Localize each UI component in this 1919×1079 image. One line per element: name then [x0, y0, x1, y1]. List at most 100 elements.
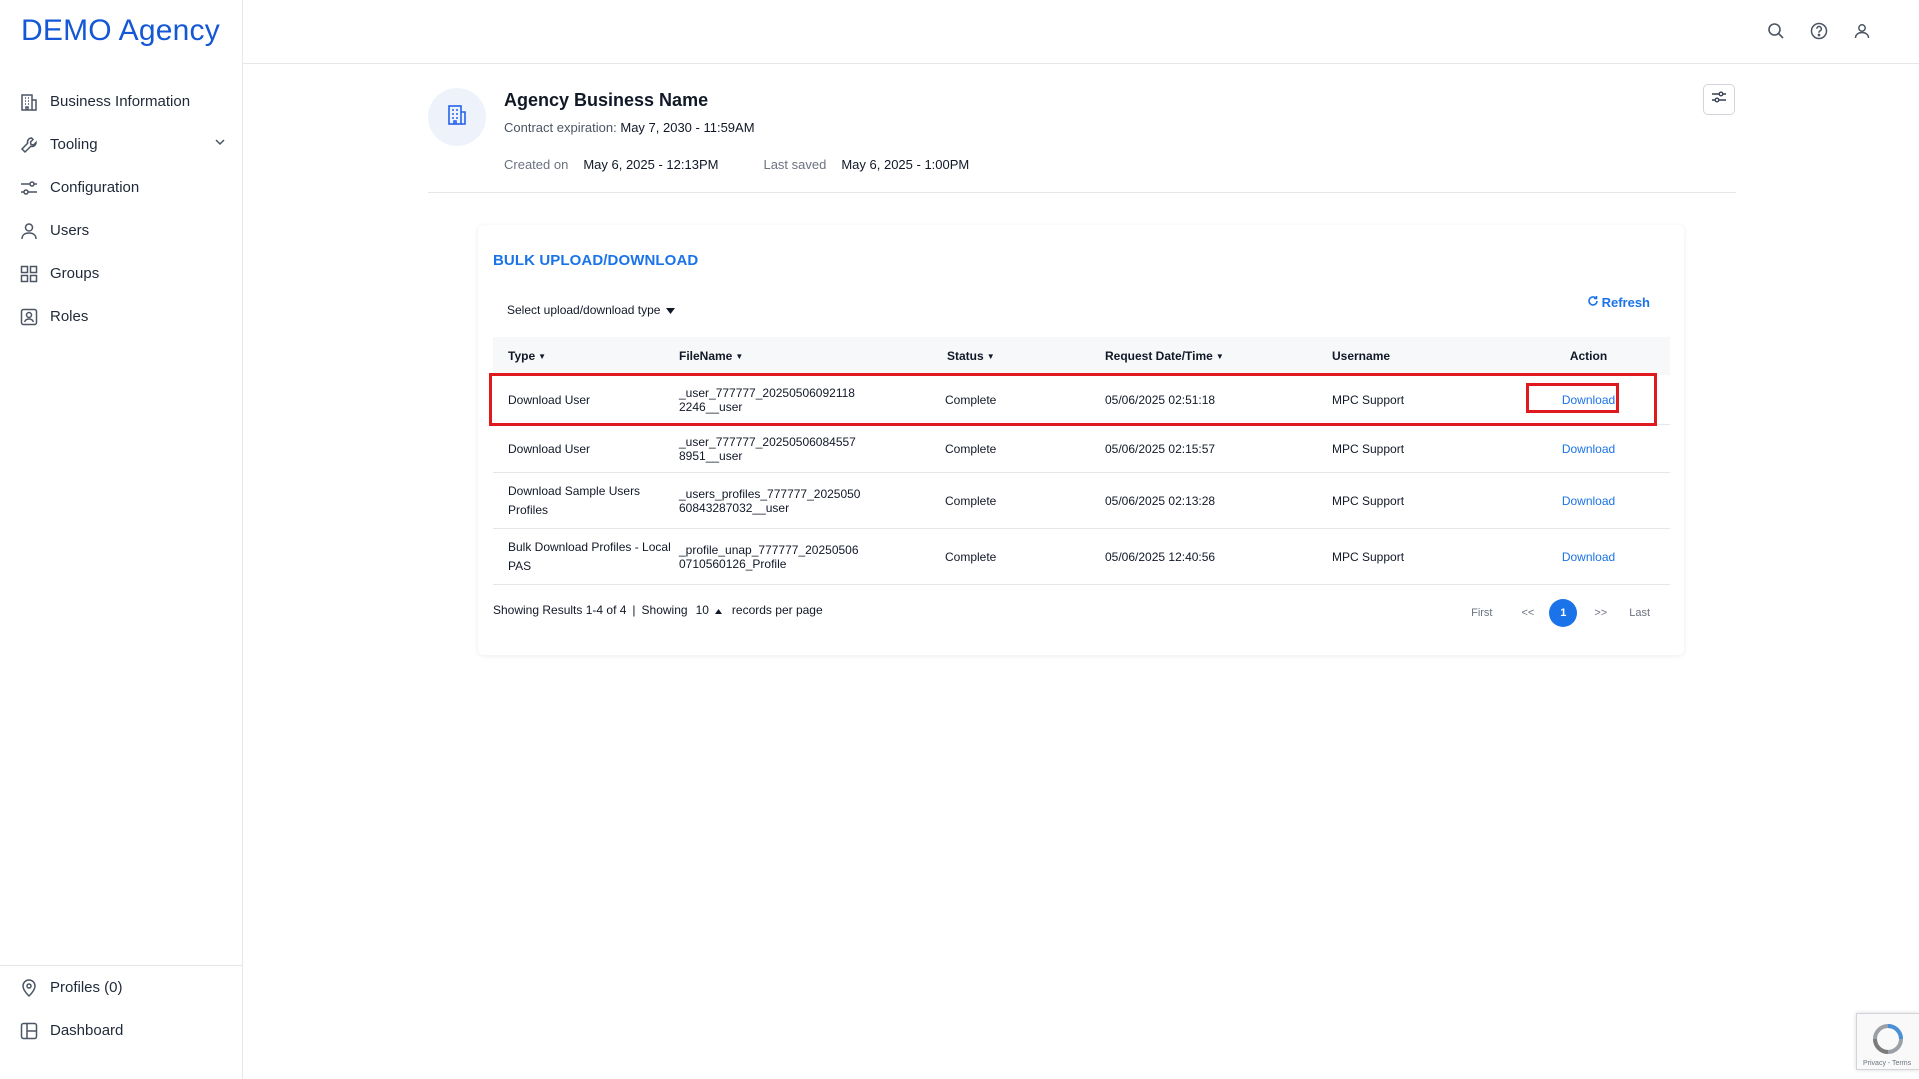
- download-link[interactable]: Download: [1562, 393, 1615, 407]
- sidebar-item-dashboard[interactable]: Dashboard: [0, 1009, 243, 1052]
- cell-type: Download User: [508, 441, 591, 456]
- cell-filename: _user_777777_20250506092118 2246__user: [679, 385, 855, 414]
- page-title: Agency Business Name: [504, 90, 709, 110]
- cell-username: MPC Support: [1332, 493, 1405, 508]
- refresh-button[interactable]: Refresh: [1587, 295, 1650, 310]
- sidebar-item-label: Configuration: [50, 179, 140, 196]
- page-next[interactable]: >>: [1594, 607, 1607, 619]
- download-link[interactable]: Download: [1562, 442, 1615, 456]
- sidebar-item-groups[interactable]: Groups: [0, 252, 243, 295]
- created-label: Created on: [504, 157, 569, 172]
- table-row: Download User _user_777777_2025050609211…: [493, 375, 1670, 425]
- per-page-suffix: records per page: [731, 603, 823, 617]
- sidebar-bottom-nav: Profiles (0) Dashboard: [0, 965, 243, 1052]
- wrench-icon: [18, 134, 40, 156]
- sliders-icon: [1711, 89, 1727, 110]
- sidebar-item-users[interactable]: Users: [0, 209, 243, 252]
- sidebar-item-label: Groups: [50, 265, 100, 282]
- showing-label: Showing: [641, 603, 688, 617]
- recaptcha-badge[interactable]: Privacy - Terms: [1856, 1013, 1919, 1070]
- contract-expiration: Contract expiration: May 7, 2030 - 11:59…: [504, 120, 755, 135]
- search-icon[interactable]: [1765, 20, 1787, 42]
- top-bar: [243, 0, 1919, 64]
- sidebar-item-label: Dashboard: [50, 1022, 124, 1039]
- sort-icon: ▼: [735, 352, 744, 362]
- dashboard-icon: [18, 1020, 40, 1042]
- results-count: Showing Results 1-4 of 4: [493, 603, 627, 617]
- chevron-down-icon[interactable]: [213, 135, 227, 154]
- id-badge-icon: [18, 306, 40, 328]
- download-link[interactable]: Download: [1562, 550, 1615, 564]
- page-first[interactable]: First: [1471, 607, 1492, 619]
- record-meta: Created on May 6, 2025 - 12:13PM Last sa…: [504, 157, 969, 172]
- sidebar-item-configuration[interactable]: Configuration: [0, 166, 243, 209]
- cell-status: Complete: [945, 392, 997, 407]
- header-divider: [428, 192, 1736, 193]
- results-summary: Showing Results 1-4 of 4 | Showing 10 re…: [493, 603, 823, 617]
- settings-button[interactable]: [1703, 84, 1735, 115]
- sidebar-nav: Business Information Tooling Configurati…: [0, 80, 243, 338]
- user-icon: [18, 220, 40, 242]
- sort-icon: ▼: [1215, 352, 1224, 362]
- cell-date: 05/06/2025 12:40:56: [1105, 549, 1216, 564]
- cell-date: 05/06/2025 02:15:57: [1105, 441, 1216, 456]
- cell-date: 05/06/2025 02:13:28: [1105, 493, 1216, 508]
- cell-status: Complete: [945, 493, 997, 508]
- bulk-upload-download-card: BULK UPLOAD/DOWNLOAD Select upload/downl…: [478, 225, 1684, 655]
- cell-username: MPC Support: [1332, 441, 1405, 456]
- building-icon: [18, 91, 40, 113]
- column-header-status[interactable]: Status ▼: [945, 349, 1105, 363]
- refresh-label: Refresh: [1601, 295, 1650, 310]
- page-last[interactable]: Last: [1629, 607, 1650, 619]
- top-bar-actions: [1765, 20, 1873, 42]
- recaptcha-links[interactable]: Privacy - Terms: [1863, 1060, 1911, 1067]
- pagination: First << 1 >> Last: [1471, 599, 1650, 627]
- cell-status: Complete: [945, 441, 997, 456]
- table-row: Download User _user_777777_2025050608455…: [493, 425, 1670, 473]
- page-prev[interactable]: <<: [1521, 607, 1534, 619]
- page-current[interactable]: 1: [1549, 599, 1578, 627]
- separator: |: [632, 603, 636, 617]
- per-page-select[interactable]: 10: [696, 603, 722, 617]
- table-row: Bulk Download Profiles - Local PAS _profi…: [493, 529, 1670, 585]
- agency-avatar: [428, 88, 486, 146]
- download-link[interactable]: Download: [1562, 494, 1615, 508]
- sidebar-item-label: Profiles (0): [50, 979, 123, 996]
- cell-status: Complete: [945, 549, 997, 564]
- sidebar-item-label: Business Information: [50, 93, 191, 110]
- saved-value: May 6, 2025 - 1:00PM: [841, 157, 970, 172]
- sidebar-item-tooling[interactable]: Tooling: [0, 123, 243, 166]
- account-icon[interactable]: [1851, 20, 1873, 42]
- column-header-date[interactable]: Request Date/Time ▼: [1105, 349, 1332, 363]
- column-header-action: Action: [1569, 349, 1608, 363]
- sort-icon: ▼: [986, 352, 995, 362]
- help-icon[interactable]: [1808, 20, 1830, 42]
- cell-type: Download User: [508, 392, 591, 407]
- cell-type: Download Sample Users Profiles: [508, 483, 641, 517]
- select-label: Select upload/download type: [507, 303, 661, 317]
- bulk-jobs-table: Type ▼ FileName ▼ Status ▼ Request Date/Tim…: [493, 337, 1670, 585]
- sidebar-item-label: Roles: [50, 308, 89, 325]
- column-header-type[interactable]: Type ▼: [493, 349, 679, 363]
- upload-download-type-select[interactable]: Select upload/download type: [507, 303, 676, 317]
- cell-date: 05/06/2025 02:51:18: [1105, 392, 1216, 407]
- sidebar-item-profiles[interactable]: Profiles (0): [0, 966, 243, 1009]
- caret-up-icon: [714, 603, 722, 617]
- column-header-filename[interactable]: FileName ▼: [679, 349, 945, 363]
- sort-icon: ▼: [538, 352, 547, 362]
- saved-label: Last saved: [763, 157, 827, 172]
- grid-icon: [18, 263, 40, 285]
- brand-logo: DEMO Agency: [21, 14, 220, 47]
- cell-username: MPC Support: [1332, 549, 1405, 564]
- cell-filename: _profile_unap_777777_20250506 0710560126_…: [679, 542, 859, 571]
- contract-value: May 7, 2030 - 11:59AM: [620, 120, 755, 135]
- sidebar-item-business-information[interactable]: Business Information: [0, 80, 243, 123]
- sidebar-item-roles[interactable]: Roles: [0, 295, 243, 338]
- caret-down-icon: [666, 303, 676, 317]
- cell-type: Bulk Download Profiles - Local PAS: [508, 539, 671, 573]
- cell-username: MPC Support: [1332, 392, 1405, 407]
- created-value: May 6, 2025 - 12:13PM: [583, 157, 719, 172]
- cell-filename: _user_777777_20250506084557 8951__user: [679, 434, 856, 463]
- card-title: BULK UPLOAD/DOWNLOAD: [493, 252, 699, 269]
- sidebar-item-label: Users: [50, 222, 90, 239]
